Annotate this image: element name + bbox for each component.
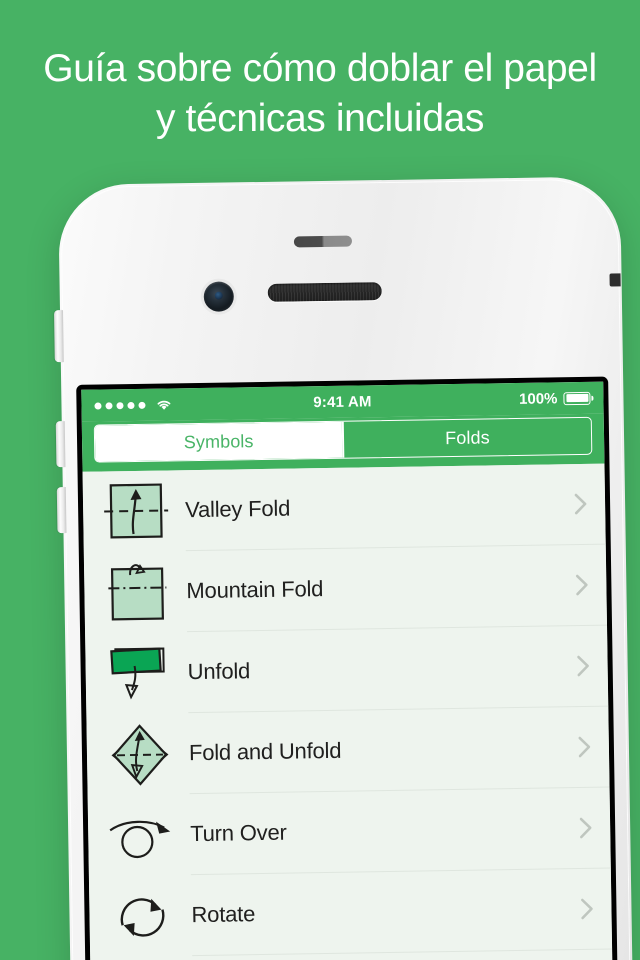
status-bar-left [94,398,172,411]
symbols-list: Valley Fold Mountain Fold Unfold Fold an… [82,463,615,960]
mountain-fold-icon [100,556,175,629]
chevron-right-icon [574,493,587,515]
chevron-right-icon [580,898,593,920]
unfold-icon [101,637,176,710]
list-item-label: Valley Fold [184,495,291,523]
tab-folds[interactable]: Folds [344,418,592,458]
list-item-label: Mountain Fold [186,576,324,604]
antenna-band [608,273,621,287]
row-content: Fold and Unfold [188,706,610,795]
rotate-icon [105,880,180,953]
tab-symbols[interactable]: Symbols [94,421,343,462]
list-item-rotate[interactable]: Rotate [89,868,613,958]
volume-down-button[interactable] [56,487,67,534]
turn-over-icon [104,799,179,872]
row-content: Rotate [190,868,613,957]
list-item-label: Fold and Unfold [188,737,342,766]
list-item-label: Turn Over [190,819,287,847]
mute-switch[interactable] [53,310,64,363]
segmented-control[interactable]: Symbols Folds [93,416,593,463]
promo-headline: Guía sobre cómo doblar el papel y técnic… [0,44,640,144]
list-item-unfold[interactable]: Unfold [85,625,609,715]
list-item-label: Rotate [191,901,256,928]
chevron-right-icon [576,655,589,677]
chevron-right-icon [575,574,588,596]
valley-fold-icon [99,475,174,548]
phone-mockup: 9:41 AM 100% Symbols Folds Valley Fold M… [26,176,635,960]
headline-line-2: y técnicas incluidas [156,97,484,140]
earpiece-speaker [267,282,382,302]
chevron-right-icon [578,736,591,758]
list-item-fold-and-unfold[interactable]: Fold and Unfold [86,706,610,796]
battery-percentage: 100% [518,389,558,408]
list-item-label: Unfold [187,658,251,685]
row-content: Unfold [187,625,609,714]
battery-full-icon [563,391,591,405]
volume-up-button[interactable] [55,421,66,468]
list-item-mountain-fold[interactable]: Mountain Fold [84,544,608,634]
row-content: Valley Fold [184,463,606,552]
row-content: Mountain Fold [185,544,608,633]
status-bar-right: 100% [519,389,591,407]
proximity-sensor [293,235,353,248]
app-screen: 9:41 AM 100% Symbols Folds Valley Fold M… [81,381,615,960]
segmented-control-container: Symbols Folds [81,413,605,472]
list-item-turn-over[interactable]: Turn Over [88,787,611,877]
fold-and-unfold-icon [102,718,177,791]
screen-bezel: 9:41 AM 100% Symbols Folds Valley Fold M… [76,376,620,960]
signal-strength-icon [94,401,146,410]
wifi-icon [155,398,172,410]
list-item-valley-fold[interactable]: Valley Fold [83,463,606,553]
headline-line-1: Guía sobre cómo doblar el papel [43,47,597,90]
row-content: Turn Over [189,787,611,876]
chevron-right-icon [579,817,592,839]
